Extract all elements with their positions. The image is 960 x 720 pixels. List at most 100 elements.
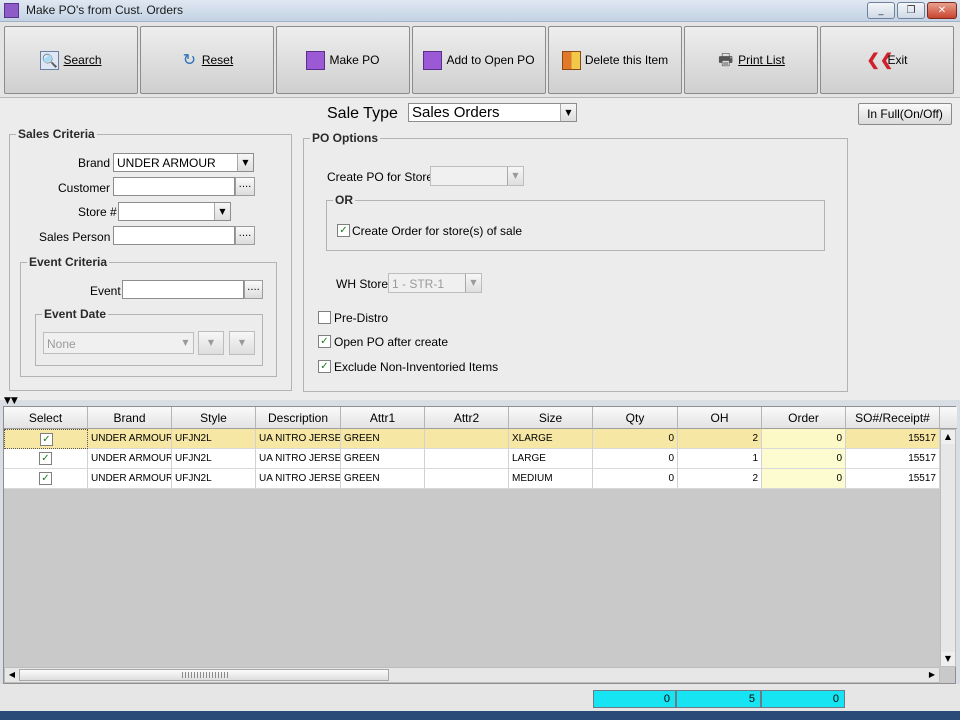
print-list-button[interactable]: 🖶 Print List (684, 26, 818, 94)
store-select[interactable]: ▼ (118, 202, 231, 221)
chevron-down-icon: ▼ (560, 104, 576, 121)
sales-person-label: Sales Person (39, 230, 111, 244)
select-cell[interactable]: ✓ (4, 469, 88, 489)
description-cell: UA NITRO JERSEY (256, 429, 341, 449)
window-title: Make PO's from Cust. Orders (26, 3, 183, 17)
table-row[interactable]: ✓ UNDER ARMOUR UFJN2L UA NITRO JERSEY GR… (4, 469, 940, 489)
customer-lookup-button[interactable]: .... (235, 177, 255, 196)
items-grid: Select Brand Style Description Attr1 Att… (3, 406, 957, 684)
event-date-legend: Event Date (44, 307, 107, 321)
exit-button[interactable]: ❮❮ Exit (820, 26, 954, 94)
column-header-style[interactable]: Style (172, 407, 256, 429)
event-date-value: None (47, 337, 76, 351)
scroll-left-icon[interactable]: ◀ (5, 668, 19, 682)
so-receipt-cell: 15517 (846, 449, 940, 469)
reset-button[interactable]: ↻ Reset (140, 26, 274, 94)
open-po-checkbox[interactable]: ✓ (318, 335, 331, 348)
size-cell: MEDIUM (509, 469, 593, 489)
wh-store-select[interactable]: 1 - STR-1 ▼ (388, 273, 482, 293)
row-select-checkbox[interactable]: ✓ (39, 452, 52, 465)
brand-select[interactable]: UNDER ARMOUR ▼ (113, 153, 254, 172)
event-label: Event (90, 284, 121, 298)
column-header-select[interactable]: Select (4, 407, 88, 429)
taskbar (0, 711, 960, 720)
grid-icon (561, 50, 581, 70)
column-header-size[interactable]: Size (509, 407, 593, 429)
sale-type-value: Sales Orders (412, 104, 500, 121)
pre-distro-checkbox[interactable] (318, 311, 331, 324)
row-select-checkbox[interactable]: ✓ (39, 472, 52, 485)
description-cell: UA NITRO JERSEY (256, 449, 341, 469)
order-cell[interactable]: 0 (762, 469, 846, 489)
event-lookup-button[interactable]: .... (244, 280, 263, 299)
brand-label: Brand (78, 156, 111, 170)
or-legend: OR (335, 193, 353, 207)
attr2-cell (425, 429, 509, 449)
or-group: OR (326, 193, 825, 251)
document-icon (306, 50, 326, 70)
chevron-down-icon: ▼ (230, 332, 254, 354)
column-header-attr1[interactable]: Attr1 (341, 407, 425, 429)
column-header-order[interactable]: Order (762, 407, 846, 429)
exit-arrow-icon: ❮❮ (866, 51, 894, 69)
create-po-label: Create PO for Store (327, 170, 434, 184)
create-order-checkbox[interactable]: ✓ (337, 224, 350, 237)
sales-criteria-legend: Sales Criteria (18, 127, 95, 141)
scroll-up-icon[interactable]: ▲ (941, 430, 955, 444)
column-header-brand[interactable]: Brand (88, 407, 172, 429)
create-order-label: Create Order for store(s) of sale (352, 224, 523, 238)
column-header-qty[interactable]: Qty (593, 407, 678, 429)
brand-cell: UNDER ARMOUR (88, 449, 172, 469)
event-date-select[interactable]: None ▼ (43, 332, 194, 354)
search-button[interactable]: 🔍 Search (4, 26, 138, 94)
pre-distro-label: Pre-Distro (334, 311, 389, 325)
close-button[interactable]: ✕ (927, 2, 957, 19)
grip-icon (182, 672, 228, 678)
column-header-attr2[interactable]: Attr2 (425, 407, 509, 429)
sales-person-input[interactable] (113, 226, 235, 245)
customer-label: Customer (58, 181, 111, 195)
event-date-to-picker[interactable]: ▼ (229, 331, 255, 355)
order-cell[interactable]: 0 (762, 449, 846, 469)
select-cell[interactable]: ✓ (4, 429, 88, 449)
scroll-down-icon[interactable]: ▼ (941, 652, 955, 666)
select-cell[interactable]: ✓ (4, 449, 88, 469)
attr1-cell: GREEN (341, 469, 425, 489)
splitter-handle-icon[interactable]: ▼▼ (4, 397, 18, 406)
customer-input[interactable] (113, 177, 235, 196)
add-to-open-po-button[interactable]: Add to Open PO (412, 26, 546, 94)
table-row[interactable]: ✓ UNDER ARMOUR UFJN2L UA NITRO JERSEY GR… (4, 449, 940, 469)
add-to-open-po-button-label: Add to Open PO (446, 53, 535, 67)
minimize-button[interactable]: _ (867, 2, 895, 19)
delete-item-button[interactable]: Delete this Item (548, 26, 682, 94)
event-input[interactable] (122, 280, 244, 299)
horizontal-scrollbar[interactable]: ◀ ▶ (4, 667, 940, 683)
make-po-button[interactable]: Make PO (276, 26, 410, 94)
delete-item-button-label: Delete this Item (584, 53, 669, 67)
maximize-button[interactable]: ❐ (897, 2, 925, 19)
exclude-non-inventoried-label: Exclude Non-Inventoried Items (334, 360, 499, 374)
scroll-thumb[interactable] (19, 669, 389, 681)
brand-value: UNDER ARMOUR (117, 156, 216, 170)
oh-cell: 1 (678, 449, 762, 469)
column-header-oh[interactable]: OH (678, 407, 762, 429)
event-date-from-picker[interactable]: ▼ (198, 331, 224, 355)
exclude-non-inventoried-checkbox[interactable]: ✓ (318, 360, 331, 373)
wh-store-label: WH Store (336, 277, 389, 291)
chevron-down-icon: ▼ (178, 333, 193, 353)
row-select-checkbox[interactable]: ✓ (40, 433, 53, 446)
column-header-so-receipt[interactable]: SO#/Receipt# (846, 407, 940, 429)
create-po-store-select[interactable]: ▼ (430, 166, 524, 186)
chevron-down-icon: ▼ (465, 274, 481, 292)
sales-person-lookup-button[interactable]: .... (235, 226, 255, 245)
vertical-scrollbar[interactable]: ▲ ▼ (940, 429, 956, 667)
table-row[interactable]: ✓ UNDER ARMOUR UFJN2L UA NITRO JERSEY GR… (4, 429, 940, 449)
order-cell[interactable]: 0 (762, 429, 846, 449)
column-header-filler (940, 407, 957, 429)
qty-cell: 0 (593, 449, 678, 469)
sale-type-select[interactable]: Sales Orders ▼ (408, 103, 577, 122)
column-header-description[interactable]: Description (256, 407, 341, 429)
oh-total: 5 (676, 690, 761, 708)
scroll-right-icon[interactable]: ▶ (925, 668, 939, 682)
in-full-toggle-button[interactable]: In Full(On/Off) (858, 103, 952, 125)
